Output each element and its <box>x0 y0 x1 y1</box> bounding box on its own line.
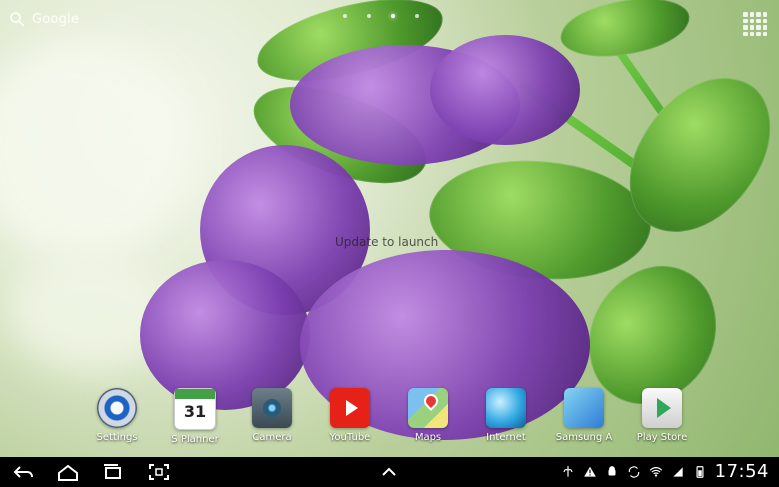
home-dock: Settings 31 S Planner Camera YouTube Map… <box>0 388 779 452</box>
lilac-cluster <box>430 35 580 145</box>
app-settings[interactable]: Settings <box>82 388 152 443</box>
home-button[interactable] <box>55 462 81 482</box>
usb-icon <box>563 465 573 477</box>
wallpaper-leaf <box>557 0 693 61</box>
recent-apps-button[interactable] <box>100 462 126 482</box>
app-label: Internet <box>486 432 526 443</box>
app-label: Play Store <box>636 432 688 443</box>
app-internet[interactable]: Internet <box>471 388 541 443</box>
status-area: 17:54 <box>561 461 769 482</box>
page-dot <box>415 14 419 18</box>
app-play-store[interactable]: Play Store <box>627 388 697 443</box>
play-store-icon <box>642 388 682 428</box>
app-label: S Planner <box>171 434 219 445</box>
page-indicator <box>343 14 419 18</box>
app-camera[interactable]: Camera <box>237 388 307 443</box>
google-search-label: Google <box>32 11 80 27</box>
app-label: Settings <box>96 432 138 443</box>
app-label: Samsung A <box>555 432 613 443</box>
wallpaper-highlight <box>0 40 190 260</box>
up-arrow-icon <box>382 467 396 476</box>
search-icon <box>10 12 25 27</box>
settings-icon <box>97 388 137 428</box>
recent-apps-icon <box>104 464 121 479</box>
wifi-icon <box>649 466 662 477</box>
globe-icon <box>486 388 526 428</box>
back-button[interactable] <box>10 462 36 482</box>
google-search-bar[interactable]: Google <box>8 10 79 28</box>
page-dot-active <box>391 14 395 18</box>
page-dot <box>367 14 371 18</box>
app-youtube[interactable]: YouTube <box>315 388 385 443</box>
maps-icon <box>408 388 448 428</box>
page-dot <box>343 14 347 18</box>
android-icon <box>608 465 616 475</box>
app-maps[interactable]: Maps <box>393 388 463 443</box>
app-label: Camera <box>252 432 292 443</box>
calendar-icon: 31 <box>174 388 216 430</box>
signal-icon <box>672 466 683 477</box>
sync-icon <box>628 465 639 478</box>
samsung-apps-icon <box>564 388 604 428</box>
warning-icon <box>583 466 596 477</box>
youtube-icon <box>330 388 370 428</box>
back-icon <box>13 466 33 478</box>
up-arrow-button[interactable] <box>376 462 402 482</box>
camera-icon <box>252 388 292 428</box>
center-message: Update to launch <box>335 235 439 249</box>
calendar-date: 31 <box>183 402 207 421</box>
screenshot-icon <box>149 464 169 480</box>
app-label: YouTube <box>329 432 371 443</box>
status-time: 17:54 <box>714 461 769 482</box>
home-icon <box>58 464 78 481</box>
app-s-planner[interactable]: 31 S Planner <box>160 388 230 445</box>
system-navigation-bar: 17:54 <box>0 457 779 487</box>
battery-icon <box>696 465 704 478</box>
app-samsung-apps[interactable]: Samsung A <box>549 388 619 443</box>
apps-grid-icon[interactable] <box>743 12 767 36</box>
app-label: Maps <box>414 432 442 443</box>
screenshot-button[interactable] <box>146 462 172 482</box>
home-screen: Google Update to launch Settings 31 S Pl… <box>0 0 779 487</box>
